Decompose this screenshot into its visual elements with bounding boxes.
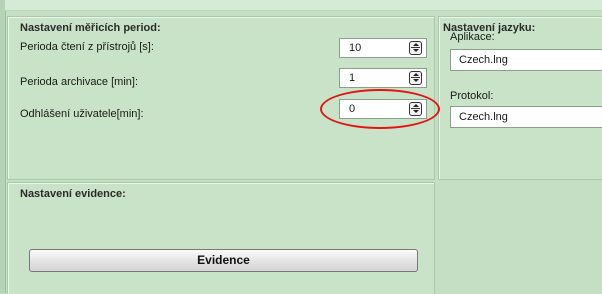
archive-period-spinbox[interactable]: 1 [339, 68, 427, 88]
arrow-up-icon[interactable] [413, 104, 419, 107]
evidence-settings-title: Nastavení evidence: [20, 188, 126, 200]
protocol-language-value[interactable]: Czech.lng [459, 111, 508, 123]
logout-timeout-label: Odhlášení uživatele[min]: [20, 108, 144, 120]
arrow-down-icon[interactable] [413, 49, 419, 52]
protocol-language-field[interactable]: Czech.lng [450, 106, 602, 128]
read-period-spinbox[interactable]: 10 [339, 38, 427, 58]
arrow-down-icon[interactable] [413, 110, 419, 113]
arrow-up-icon[interactable] [413, 43, 419, 46]
read-period-label: Perioda čtení z přístrojů [s]: [20, 41, 154, 53]
logout-timeout-spinbox[interactable]: 0 [339, 99, 427, 119]
language-settings-panel: Nastavení jazyku: Aplikace: Czech.lng Pr… [438, 16, 602, 180]
application-language-label: Aplikace: [450, 31, 495, 43]
archive-period-stepper[interactable] [409, 71, 422, 85]
read-period-value[interactable]: 10 [349, 42, 361, 54]
arrow-down-icon[interactable] [413, 79, 419, 82]
evidence-button[interactable]: Evidence [29, 249, 418, 272]
read-period-stepper[interactable] [409, 41, 422, 55]
top-strip [5, 0, 602, 11]
application-language-value[interactable]: Czech.lng [459, 54, 508, 66]
measurement-periods-title: Nastavení měřicích period: [20, 22, 161, 34]
logout-timeout-value[interactable]: 0 [349, 103, 355, 115]
application-language-field[interactable]: Czech.lng [450, 49, 602, 71]
protocol-language-label: Protokol: [450, 90, 494, 102]
window-left-edge [0, 0, 6, 293]
measurement-periods-panel: Nastavení měřicích period: Perioda čtení… [7, 16, 435, 180]
arrow-up-icon[interactable] [413, 73, 419, 76]
logout-timeout-stepper[interactable] [409, 102, 422, 116]
archive-period-label: Perioda archivace [min]: [20, 76, 138, 88]
evidence-settings-panel: Nastavení evidence: Evidence [7, 182, 435, 294]
archive-period-value[interactable]: 1 [349, 72, 355, 84]
